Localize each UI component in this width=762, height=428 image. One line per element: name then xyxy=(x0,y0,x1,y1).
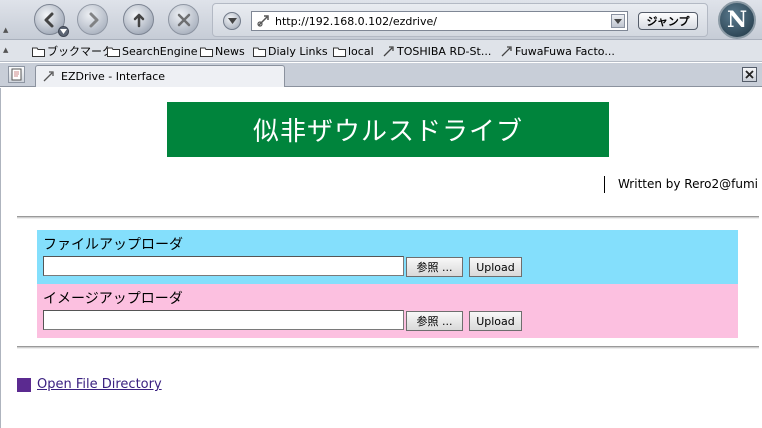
page-icon xyxy=(255,13,271,29)
close-icon xyxy=(745,70,754,79)
tab-title: EZDrive - Interface xyxy=(61,70,166,83)
tab-active[interactable]: EZDrive - Interface xyxy=(35,65,285,87)
toolbar-grip[interactable]: ▲ xyxy=(2,4,10,36)
file-browse-button[interactable]: 参照 ... xyxy=(406,257,463,277)
reload-button[interactable] xyxy=(123,4,154,35)
bookmark-item[interactable]: ブックマーク xyxy=(32,43,113,59)
bookmark-label: TOSHIBA RD-St... xyxy=(397,44,492,58)
forward-button[interactable] xyxy=(77,4,108,35)
back-history-dropdown[interactable] xyxy=(58,26,69,37)
file-uploader-section: ファイルアップローダ 参照 ... Upload xyxy=(37,230,738,284)
netscape-logo-throbber[interactable]: N xyxy=(718,1,756,39)
location-bar-container: http://192.168.0.102/ezdrive/ ジャンプ xyxy=(212,3,708,37)
page-content: 似非ザウルスドライブ Written by Rero2@fumi ファイルアップ… xyxy=(0,88,762,428)
image-upload-button[interactable]: Upload xyxy=(469,311,522,331)
bookmarks-toolbar: ▲ ブックマーク SearchEngine News Dialy Links l… xyxy=(0,40,762,62)
bookmark-item[interactable]: TOSHIBA RD-St... xyxy=(382,43,491,59)
author-credit: Written by Rero2@fumi xyxy=(617,177,758,191)
divider xyxy=(17,346,759,349)
stop-icon xyxy=(177,13,190,26)
new-tab-button[interactable] xyxy=(8,66,25,83)
folder-icon xyxy=(333,46,346,57)
toolbar-grip[interactable]: ▲ xyxy=(3,46,8,54)
image-uploader-section: イメージアップローダ 参照 ... Upload xyxy=(37,284,738,338)
open-file-directory-label[interactable]: Open File Directory xyxy=(37,377,162,392)
bookmark-label: SearchEngine xyxy=(122,44,198,58)
bookmark-label: FuwaFuwa Facto... xyxy=(515,44,615,58)
bookmark-item[interactable]: Dialy Links xyxy=(253,43,328,59)
chevron-down-icon xyxy=(227,18,237,24)
url-text[interactable]: http://192.168.0.102/ezdrive/ xyxy=(271,15,627,28)
folder-icon xyxy=(107,46,120,57)
folder-icon xyxy=(253,46,266,57)
image-uploader-label: イメージアップローダ xyxy=(43,291,183,307)
bookmark-label: News xyxy=(215,44,245,58)
folder-icon xyxy=(200,46,213,57)
file-path-input[interactable] xyxy=(43,256,404,276)
new-tab-icon xyxy=(11,68,22,81)
chevron-down-icon xyxy=(614,18,622,24)
bookmark-label: local xyxy=(348,44,374,58)
bookmark-item[interactable]: FuwaFuwa Facto... xyxy=(500,43,615,59)
open-file-directory-link[interactable]: Open File Directory xyxy=(17,377,162,392)
arrow-left-icon xyxy=(44,12,53,27)
bookmark-item[interactable]: News xyxy=(200,43,245,59)
bookmark-item[interactable]: SearchEngine xyxy=(107,43,198,59)
url-dropdown-button[interactable] xyxy=(611,14,625,28)
image-path-input[interactable] xyxy=(43,310,404,330)
navigation-toolbar: ▲ http://192.168.0.102/ezdrive/ ジャンプ N xyxy=(0,0,762,40)
tab-bar: EZDrive - Interface xyxy=(0,63,762,87)
divider xyxy=(17,216,759,219)
file-uploader-label: ファイルアップローダ xyxy=(43,237,183,253)
reload-icon xyxy=(133,13,144,27)
bookmark-label: ブックマーク xyxy=(47,45,113,58)
text-cursor xyxy=(604,176,605,193)
chevron-down-icon xyxy=(60,29,67,34)
bookmark-label: Dialy Links xyxy=(268,44,328,58)
image-browse-button[interactable]: 参照 ... xyxy=(406,311,463,331)
bullet-square-icon xyxy=(17,377,31,392)
page-title: 似非ザウルスドライブ xyxy=(167,102,609,157)
file-upload-button[interactable]: Upload xyxy=(469,257,522,277)
arrow-right-icon xyxy=(89,12,98,27)
stop-button[interactable] xyxy=(168,4,199,35)
bookmark-icon xyxy=(500,45,513,57)
close-tab-button[interactable] xyxy=(742,67,757,82)
url-input[interactable]: http://192.168.0.102/ezdrive/ xyxy=(251,11,628,31)
bookmark-item[interactable]: local xyxy=(333,43,374,59)
bookmark-icon xyxy=(382,45,395,57)
history-button[interactable] xyxy=(223,12,241,30)
folder-icon xyxy=(32,46,45,57)
page-icon xyxy=(42,70,55,83)
go-button[interactable]: ジャンプ xyxy=(638,12,698,30)
